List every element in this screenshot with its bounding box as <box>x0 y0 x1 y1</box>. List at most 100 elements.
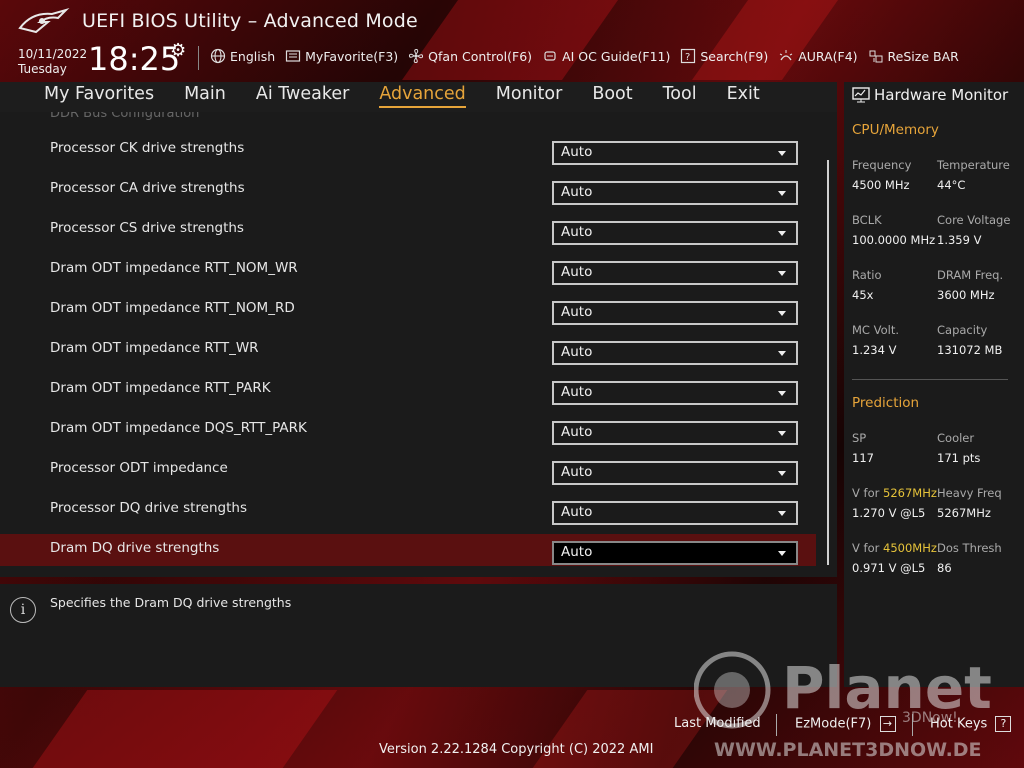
setting-row[interactable]: Dram ODT impedance RTT_PARK Auto <box>0 374 816 406</box>
setting-label: Dram ODT impedance DQS_RTT_PARK <box>50 420 307 436</box>
temperature-value: 44°C <box>937 178 966 192</box>
last-modified-button[interactable]: Last Modified <box>674 716 761 731</box>
setting-dropdown[interactable]: Auto <box>552 461 798 485</box>
v-for-label: V for 5267MHz <box>852 486 937 500</box>
qfan-control-button[interactable]: Qfan Control(F6) <box>408 48 532 64</box>
setting-row-selected[interactable]: Dram DQ drive strengths Auto <box>0 534 816 566</box>
setting-dropdown[interactable]: Auto <box>552 501 798 525</box>
help-key-icon: ? <box>995 716 1012 732</box>
setting-label: Processor CK drive strengths <box>50 140 245 156</box>
setting-label: Processor DQ drive strengths <box>50 500 247 516</box>
language-label: English <box>230 48 276 64</box>
setting-dropdown[interactable]: Auto <box>552 301 798 325</box>
setting-row[interactable]: Processor CS drive strengths Auto <box>0 214 816 246</box>
setting-row[interactable]: Dram ODT impedance RTT_NOM_WR Auto <box>0 254 816 286</box>
tab-boot[interactable]: Boot <box>592 84 632 108</box>
setting-dropdown[interactable]: Auto <box>552 221 798 245</box>
myfavorite-button[interactable]: MyFavorite(F3) <box>285 48 398 64</box>
dropdown-value: Auto <box>561 504 593 520</box>
watermark-brand: Planet <box>782 654 992 722</box>
setting-row[interactable]: Dram ODT impedance RTT_WR Auto <box>0 334 816 366</box>
dos-thresh-label: Dos Thresh <box>937 541 1002 555</box>
resize-bar-button[interactable]: ReSize BAR <box>868 48 959 64</box>
favorite-list-icon <box>286 50 301 62</box>
v-for-freq: 5267MHz <box>883 486 937 500</box>
dram-freq-label: DRAM Freq. <box>937 268 1004 282</box>
tab-ai-tweaker[interactable]: Ai Tweaker <box>256 84 349 108</box>
setting-dropdown[interactable]: Auto <box>552 341 798 365</box>
setting-row[interactable]: Processor DQ drive strengths Auto <box>0 494 816 526</box>
dropdown-value: Auto <box>561 384 593 400</box>
tab-tool[interactable]: Tool <box>663 84 697 108</box>
planet3dnow-watermark: Planet 3DNow! WWW.PLANET3DNOW.DE <box>694 651 992 761</box>
monitor-icon <box>852 87 870 103</box>
top-toolbar: English MyFavorite(F3) Qfan Control(F6) … <box>210 48 959 64</box>
setting-label: Dram ODT impedance RTT_NOM_WR <box>50 260 298 276</box>
dropdown-arrow-icon <box>778 551 786 556</box>
dram-freq-value: 3600 MHz <box>937 288 995 302</box>
dropdown-arrow-icon <box>778 391 786 396</box>
gear-icon[interactable]: ⚙ <box>170 40 186 61</box>
dropdown-value: Auto <box>561 224 593 240</box>
v-for-label: V for 4500MHz <box>852 541 937 555</box>
date: 10/11/2022 <box>18 47 88 61</box>
setting-row[interactable]: Processor CA drive strengths Auto <box>0 174 816 206</box>
hardware-monitor-panel: Hardware Monitor CPU/Memory Frequency 45… <box>844 82 1024 687</box>
setting-label: Dram ODT impedance RTT_WR <box>50 340 259 356</box>
search-icon: ? <box>681 48 696 64</box>
myfavorite-label: MyFavorite(F3) <box>305 48 399 64</box>
setting-dropdown[interactable]: Auto <box>552 541 798 565</box>
setting-dropdown[interactable]: Auto <box>552 381 798 405</box>
tab-exit[interactable]: Exit <box>727 84 760 108</box>
weekday: Tuesday <box>18 62 67 76</box>
resize-bar-label: ReSize BAR <box>887 48 959 64</box>
hardware-monitor-header: Hardware Monitor <box>852 86 1008 104</box>
dropdown-arrow-icon <box>778 351 786 356</box>
scrollbar[interactable] <box>827 160 829 565</box>
time-display: 18:25 <box>88 40 181 78</box>
language-button[interactable]: English <box>210 48 275 64</box>
setting-dropdown[interactable]: Auto <box>552 141 798 165</box>
tab-monitor[interactable]: Monitor <box>496 84 563 108</box>
divider <box>776 714 777 736</box>
date-display: 10/11/2022 Tuesday <box>18 47 87 77</box>
setting-dropdown[interactable]: Auto <box>552 181 798 205</box>
setting-label: Dram ODT impedance RTT_NOM_RD <box>50 300 295 316</box>
temperature-label: Temperature <box>937 158 1010 172</box>
setting-row[interactable]: Dram ODT impedance RTT_NOM_RD Auto <box>0 294 816 326</box>
frequency-value: 4500 MHz <box>852 178 910 192</box>
search-label: Search(F9) <box>700 48 769 64</box>
setting-row[interactable]: Processor ODT impedance Auto <box>0 454 816 486</box>
search-button[interactable]: ? Search(F9) <box>680 48 768 64</box>
ai-oc-guide-button[interactable]: AI OC Guide(F11) <box>542 48 670 64</box>
tab-advanced[interactable]: Advanced <box>379 84 466 108</box>
aura-label: AURA(F4) <box>798 48 858 64</box>
prediction-heading: Prediction <box>852 395 920 411</box>
setting-row[interactable]: Processor CK drive strengths Auto <box>0 134 816 166</box>
exit-arrow-icon: → <box>879 716 896 732</box>
setting-dropdown[interactable]: Auto <box>552 261 798 285</box>
dropdown-value: Auto <box>561 304 593 320</box>
mc-volt-value: 1.234 V <box>852 343 897 357</box>
watermark-url: WWW.PLANET3DNOW.DE <box>714 739 982 761</box>
dropdown-value: Auto <box>561 544 593 560</box>
divider <box>852 379 1008 380</box>
globe-icon <box>210 48 226 64</box>
version-text: Version 2.22.1284 Copyright (C) 2022 AMI <box>379 742 654 757</box>
tab-main[interactable]: Main <box>184 84 226 108</box>
ezmode-button[interactable]: EzMode(F7) → <box>795 716 896 732</box>
setting-row[interactable]: Dram ODT impedance DQS_RTT_PARK Auto <box>0 414 816 446</box>
hot-keys-button[interactable]: Hot Keys ? <box>930 716 1012 732</box>
aura-light-icon <box>779 50 793 61</box>
section-heading: DDR Bus Configuration <box>50 112 200 121</box>
resize-bar-icon <box>869 50 883 63</box>
v-for-value: 1.270 V @L5 <box>852 506 926 520</box>
dropdown-value: Auto <box>561 344 593 360</box>
ratio-value: 45x <box>852 288 874 302</box>
tab-my-favorites[interactable]: My Favorites <box>44 84 154 108</box>
setting-dropdown[interactable]: Auto <box>552 421 798 445</box>
aura-button[interactable]: AURA(F4) <box>778 48 858 64</box>
dropdown-value: Auto <box>561 424 593 440</box>
dropdown-arrow-icon <box>778 471 786 476</box>
core-voltage-label: Core Voltage <box>937 213 1011 227</box>
